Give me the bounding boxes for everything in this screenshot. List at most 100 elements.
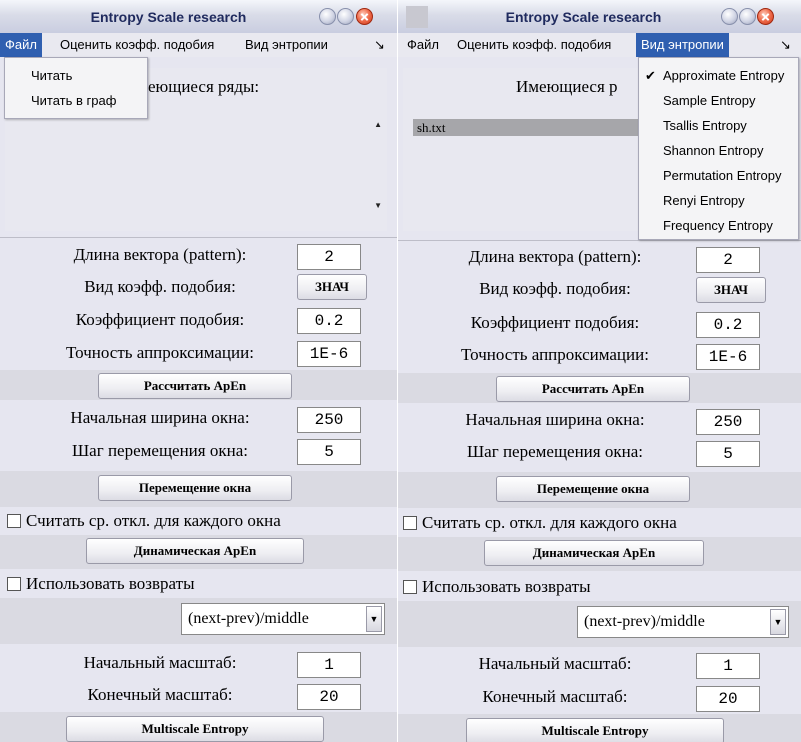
- similarity-coef-field[interactable]: 0.2: [297, 308, 361, 334]
- start-scale-label: Начальный масштаб:: [83, 653, 237, 672]
- params-section: Длина вектора (pattern): 2 Вид коэфф. по…: [0, 237, 397, 369]
- similarity-coef-label: Коэффициент подобия:: [470, 313, 640, 332]
- menu-overflow-icon[interactable]: ↘: [780, 33, 791, 57]
- series-list-label: еющиеся ряды:: [148, 77, 260, 96]
- window-title: Entropy Scale research: [90, 9, 247, 25]
- entropy-menu-dropdown: ✔ Approximate Entropy Sample Entropy Tsa…: [638, 57, 799, 240]
- minimize-button[interactable]: [319, 8, 336, 25]
- start-scale-field[interactable]: 1: [297, 652, 361, 678]
- app-icon: [406, 6, 428, 28]
- end-scale-label: Конечный масштаб:: [482, 687, 628, 706]
- start-scale-label: Начальный масштаб:: [478, 654, 632, 673]
- menu-file[interactable]: Файл: [0, 33, 42, 57]
- returns-mode-value: (next-prev)/middle: [188, 610, 309, 627]
- start-scale-field[interactable]: 1: [696, 653, 760, 679]
- close-button[interactable]: [757, 8, 774, 25]
- returns-checkbox-row[interactable]: Использовать возвраты: [398, 575, 801, 601]
- window-step-label: Шаг перемещения окна:: [72, 441, 248, 460]
- menu-item-permutation-entropy[interactable]: Permutation Entropy: [639, 163, 798, 188]
- dynamic-apen-button[interactable]: Динамическая ApEn: [484, 540, 704, 566]
- move-window-button[interactable]: Перемещение окна: [496, 476, 690, 502]
- window-width-label: Начальная ширина окна:: [70, 408, 250, 427]
- calc-apen-button[interactable]: Рассчитать ApEn: [496, 376, 690, 402]
- dynamic-apen-button[interactable]: Динамическая ApEn: [86, 538, 304, 564]
- menu-entropy-type[interactable]: Вид энтропии: [636, 33, 729, 57]
- menu-entropy-type[interactable]: Вид энтропии: [240, 33, 333, 57]
- menu-similarity[interactable]: Оценить коэфф. подобия: [452, 33, 616, 57]
- window-step-field[interactable]: 5: [696, 441, 760, 467]
- similarity-type-label: Вид коэфф. подобия:: [84, 277, 236, 296]
- stddev-checkbox-label: Считать ср. откл. для каждого окна: [422, 513, 677, 532]
- menu-item-label: Approximate Entropy: [663, 68, 785, 83]
- vector-length-label: Длина вектора (pattern):: [468, 247, 642, 266]
- calc-apen-button[interactable]: Рассчитать ApEn: [98, 373, 292, 399]
- menu-item-sample-entropy[interactable]: Sample Entropy: [639, 88, 798, 113]
- scroll-down-icon[interactable]: ▼: [374, 201, 382, 210]
- title-bar[interactable]: Entropy Scale research: [0, 0, 397, 33]
- multiscale-button[interactable]: Multiscale Entropy: [466, 718, 724, 742]
- chevron-down-icon[interactable]: ▼: [366, 606, 382, 632]
- menu-bar: Файл Оценить коэфф. подобия Вид энтропии…: [0, 33, 397, 57]
- end-scale-label: Конечный масштаб:: [87, 685, 233, 704]
- vector-length-label: Длина вектора (pattern):: [73, 245, 247, 264]
- menu-overflow-icon[interactable]: ↘: [374, 33, 385, 57]
- series-list-label: Имеющиеся р: [516, 77, 618, 96]
- stddev-checkbox-label: Считать ср. откл. для каждого окна: [26, 511, 281, 530]
- similarity-coef-label: Коэффициент подобия:: [75, 310, 245, 329]
- returns-checkbox-row[interactable]: Использовать возвраты: [0, 572, 397, 598]
- returns-checkbox[interactable]: [403, 580, 417, 594]
- window-width-field[interactable]: 250: [696, 409, 760, 435]
- returns-mode-select[interactable]: (next-prev)/middle ▼: [577, 606, 789, 638]
- params-section: Длина вектора (pattern): 2 Вид коэфф. по…: [398, 240, 801, 372]
- menu-item-frequency-entropy[interactable]: Frequency Entropy: [639, 213, 798, 238]
- title-bar[interactable]: Entropy Scale research: [398, 0, 801, 33]
- window-title: Entropy Scale research: [505, 9, 662, 25]
- minimize-button[interactable]: [721, 8, 738, 25]
- similarity-coef-field[interactable]: 0.2: [696, 312, 760, 338]
- vector-length-field[interactable]: 2: [696, 247, 760, 273]
- file-menu-dropdown: Читать Читать в граф: [4, 57, 148, 119]
- multiscale-button[interactable]: Multiscale Entropy: [66, 716, 324, 742]
- end-scale-field[interactable]: 20: [696, 686, 760, 712]
- maximize-button[interactable]: [739, 8, 756, 25]
- left-window: Entropy Scale research Файл Оценить коэф…: [0, 0, 397, 742]
- returns-mode-select[interactable]: (next-prev)/middle ▼: [181, 603, 385, 635]
- menu-item-shannon-entropy[interactable]: Shannon Entropy: [639, 138, 798, 163]
- approx-precision-field[interactable]: 1E-6: [696, 344, 760, 370]
- stddev-checkbox-row[interactable]: Считать ср. откл. для каждого окна: [0, 509, 397, 535]
- vector-length-field[interactable]: 2: [297, 244, 361, 270]
- window-width-label: Начальная ширина окна:: [465, 410, 645, 429]
- menu-file[interactable]: Файл: [402, 33, 444, 57]
- checkmark-icon: ✔: [645, 68, 656, 83]
- right-window: Entropy Scale research Файл Оценить коэф…: [398, 0, 801, 742]
- maximize-button[interactable]: [337, 8, 354, 25]
- returns-mode-value: (next-prev)/middle: [584, 613, 705, 630]
- menu-item-tsallis-entropy[interactable]: Tsallis Entropy: [639, 113, 798, 138]
- approx-precision-label: Точность аппроксимации:: [66, 343, 254, 362]
- similarity-type-label: Вид коэфф. подобия:: [479, 279, 631, 298]
- menu-item-renyi-entropy[interactable]: Renyi Entropy: [639, 188, 798, 213]
- scroll-up-icon[interactable]: ▲: [374, 120, 382, 129]
- similarity-type-button[interactable]: ЗНАЧ: [297, 274, 367, 300]
- menu-similarity[interactable]: Оценить коэфф. подобия: [55, 33, 219, 57]
- menu-item-read[interactable]: Читать: [5, 63, 147, 88]
- stddev-checkbox[interactable]: [403, 516, 417, 530]
- end-scale-field[interactable]: 20: [297, 684, 361, 710]
- returns-checkbox-label: Использовать возвраты: [26, 574, 195, 593]
- approx-precision-field[interactable]: 1E-6: [297, 341, 361, 367]
- menu-item-read-to-graph[interactable]: Читать в граф: [5, 88, 147, 113]
- stddev-checkbox-row[interactable]: Считать ср. откл. для каждого окна: [398, 511, 801, 537]
- returns-checkbox-label: Использовать возвраты: [422, 577, 591, 596]
- window-width-field[interactable]: 250: [297, 407, 361, 433]
- stddev-checkbox[interactable]: [7, 514, 21, 528]
- menu-bar: Файл Оценить коэфф. подобия Вид энтропии…: [398, 33, 801, 57]
- close-button[interactable]: [356, 8, 373, 25]
- chevron-down-icon[interactable]: ▼: [770, 609, 786, 635]
- window-step-field[interactable]: 5: [297, 439, 361, 465]
- returns-checkbox[interactable]: [7, 577, 21, 591]
- similarity-type-button[interactable]: ЗНАЧ: [696, 277, 766, 303]
- move-window-button[interactable]: Перемещение окна: [98, 475, 292, 501]
- approx-precision-label: Точность аппроксимации:: [461, 345, 649, 364]
- window-step-label: Шаг перемещения окна:: [467, 442, 643, 461]
- menu-item-approximate-entropy[interactable]: ✔ Approximate Entropy: [639, 63, 798, 88]
